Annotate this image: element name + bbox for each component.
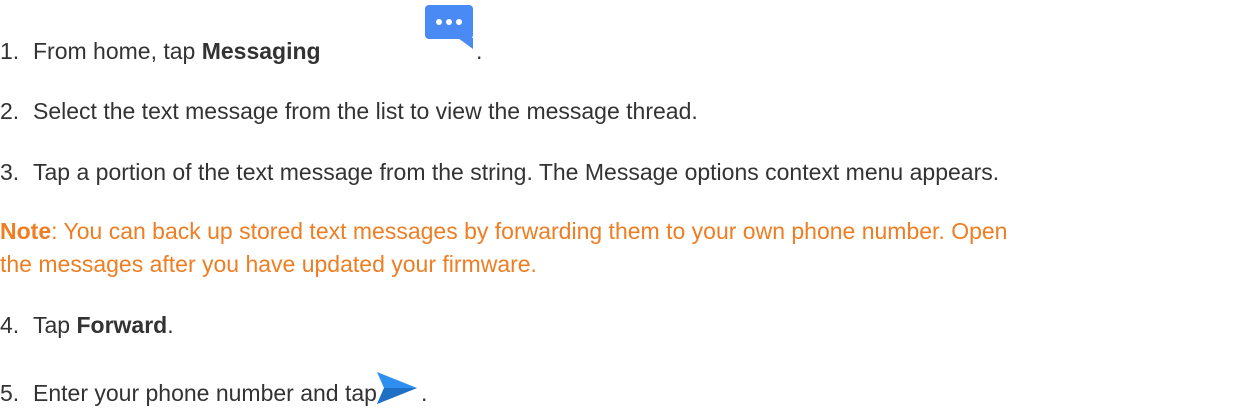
step-5: 5. Enter your phone number and tap (0, 379, 377, 407)
step-number: 3. (0, 159, 20, 185)
step-1-period: . (476, 38, 483, 64)
note-text: : You can back up stored text messages b… (51, 218, 1008, 244)
messaging-app-icon (424, 4, 474, 56)
note-line-2: the messages after you have updated your… (0, 248, 537, 280)
step-number: 5. (0, 380, 20, 406)
step-number: 2. (0, 98, 20, 124)
step-text: From home, tap (33, 38, 202, 64)
step-4: 4. Tap Forward. (0, 311, 174, 339)
step-1: 1. From home, tap Messaging (0, 37, 321, 65)
send-arrow-icon (376, 371, 418, 411)
note-line-1: Note: You can back up stored text messag… (0, 215, 1007, 247)
step-bold-text: Messaging (201, 38, 321, 64)
step-number: 4. (0, 312, 20, 338)
step-5-period: . (421, 380, 428, 406)
step-number: 1. (0, 38, 20, 64)
step-text: Tap a portion of the text message from t… (33, 159, 1000, 185)
note-label: Note (0, 218, 52, 244)
step-text: Enter your phone number and tap (33, 380, 377, 406)
step-period: . (167, 312, 174, 338)
step-3: 3. Tap a portion of the text message from… (0, 158, 999, 186)
step-text: Tap (33, 312, 77, 338)
step-2: 2. Select the text message from the list … (0, 97, 698, 125)
step-text: Select the text message from the list to… (33, 98, 698, 124)
note-text-continued: the messages after you have updated your… (0, 251, 537, 277)
step-bold-text: Forward (76, 312, 168, 338)
